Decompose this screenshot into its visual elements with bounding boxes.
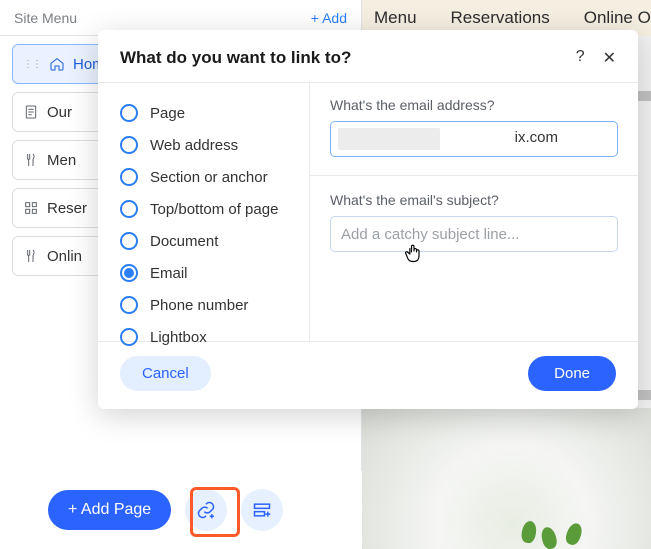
link-type-label: Web address — [150, 137, 238, 154]
email-label: What's the email address? — [330, 97, 618, 113]
link-type-list: Page Web address Section or anchor Top/b… — [98, 83, 310, 341]
radio-icon — [120, 200, 138, 218]
link-type-email[interactable]: Email — [116, 257, 303, 289]
subject-input[interactable] — [330, 216, 618, 252]
link-type-page[interactable]: Page — [116, 97, 303, 129]
link-type-label: Document — [150, 233, 218, 250]
link-icon — [196, 500, 216, 520]
radio-icon — [120, 328, 138, 346]
site-menu-title: Site Menu — [14, 10, 77, 26]
restaurant-icon — [23, 248, 39, 264]
menu-item-label: Reser — [47, 200, 87, 217]
modal-scrollbar[interactable] — [636, 36, 651, 408]
link-type-web-address[interactable]: Web address — [116, 129, 303, 161]
bottom-toolbar: + Add Page — [0, 471, 362, 549]
restaurant-icon — [23, 152, 39, 168]
radio-icon — [120, 104, 138, 122]
radio-icon — [120, 168, 138, 186]
menu-item-label: Men — [47, 152, 76, 169]
add-page-button[interactable]: + Add Page — [48, 490, 171, 530]
home-icon — [49, 56, 65, 72]
link-type-label: Top/bottom of page — [150, 201, 278, 218]
page-preview-image — [362, 408, 651, 549]
close-icon[interactable]: ✕ — [603, 48, 616, 68]
modal-title: What do you want to link to? — [120, 48, 351, 68]
redacted-text — [338, 128, 440, 150]
link-type-label: Email — [150, 265, 188, 282]
link-type-section[interactable]: Section or anchor — [116, 161, 303, 193]
link-type-top-bottom[interactable]: Top/bottom of page — [116, 193, 303, 225]
link-form: What's the email address? ix.com What's … — [310, 83, 638, 341]
email-value-suffix: ix.com — [515, 129, 558, 146]
subject-label: What's the email's subject? — [330, 192, 618, 208]
link-type-label: Lightbox — [150, 329, 207, 346]
page-icon — [23, 104, 39, 120]
grid-icon — [23, 200, 39, 216]
radio-icon — [120, 264, 138, 282]
drag-handle-icon[interactable]: ⋮⋮ — [23, 59, 41, 70]
link-settings-modal: What do you want to link to? ? ✕ Page We… — [98, 30, 638, 409]
help-icon[interactable]: ? — [576, 48, 585, 68]
link-type-label: Section or anchor — [150, 169, 268, 186]
radio-icon — [120, 296, 138, 314]
menu-item-label: Our — [47, 104, 72, 121]
menu-item-label: Onlin — [47, 248, 82, 265]
add-menu-item-link[interactable]: + Add — [311, 10, 347, 26]
nav-item[interactable]: Reservations — [451, 8, 550, 28]
add-link-button[interactable] — [185, 489, 227, 531]
cancel-button[interactable]: Cancel — [120, 356, 211, 391]
radio-icon — [120, 136, 138, 154]
done-button[interactable]: Done — [528, 356, 616, 391]
link-type-document[interactable]: Document — [116, 225, 303, 257]
radio-icon — [120, 232, 138, 250]
modal-header: What do you want to link to? ? ✕ — [98, 30, 638, 82]
link-type-label: Page — [150, 105, 185, 122]
link-type-label: Phone number — [150, 297, 248, 314]
nav-item[interactable]: Menu — [374, 8, 417, 28]
link-type-phone[interactable]: Phone number — [116, 289, 303, 321]
nav-item[interactable]: Online O — [584, 8, 651, 28]
link-type-lightbox[interactable]: Lightbox — [116, 321, 303, 353]
add-section-button[interactable] — [241, 489, 283, 531]
section-icon — [252, 500, 272, 520]
